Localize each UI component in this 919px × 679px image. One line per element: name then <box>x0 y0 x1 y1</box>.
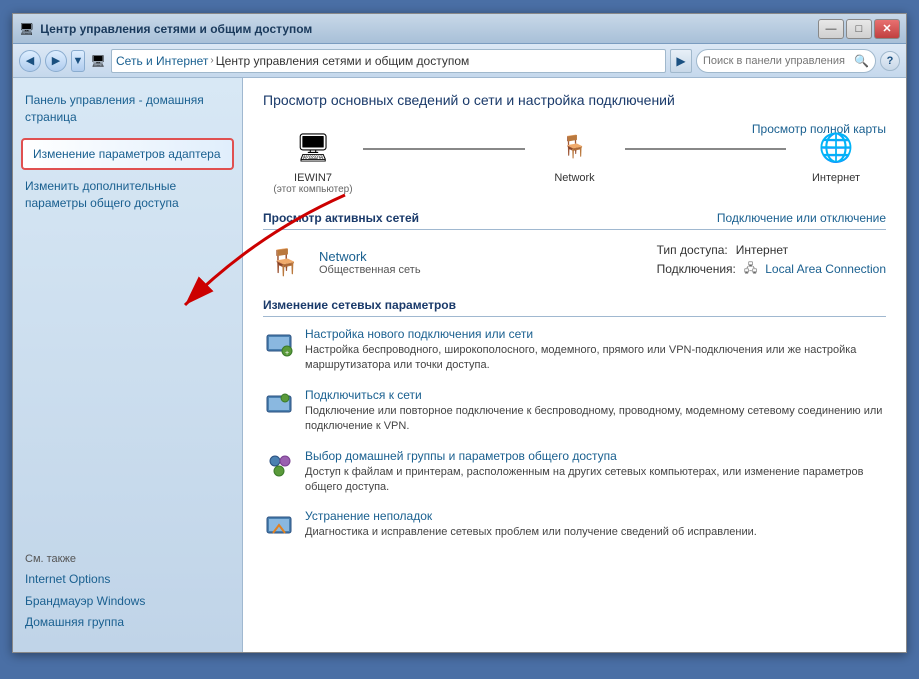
new-connection-title[interactable]: Настройка нового подключения или сети <box>305 327 886 341</box>
minimize-button[interactable]: — <box>818 19 844 39</box>
window-title: Центр управления сетями и общим доступом <box>40 22 312 36</box>
also-title: См. также <box>25 553 230 565</box>
troubleshoot-icon <box>263 509 295 541</box>
connector2 <box>625 148 787 150</box>
window-controls: — □ ✕ <box>818 19 900 39</box>
connector1 <box>363 148 525 150</box>
breadcrumb: Сеть и Интернет › Центр управления сетям… <box>111 49 666 73</box>
sidebar-advanced-link[interactable]: Изменить дополнительные параметры общего… <box>13 174 242 216</box>
computer-icon: 🖥 <box>288 122 338 172</box>
new-connection-text: Настройка нового подключения или сети На… <box>305 327 886 374</box>
main-area: Панель управления - домашняя страница Из… <box>13 78 906 652</box>
homegroup-settings-icon <box>263 449 295 481</box>
node-computer-label: IEWIN7 <box>294 172 332 184</box>
addressbar: ◀ ▶ ▼ 🖥 Сеть и Интернет › Центр управлен… <box>13 44 906 78</box>
access-type-label: Тип доступа: <box>657 243 728 257</box>
troubleshoot-text: Устранение неполадок Диагностика и испра… <box>305 509 886 540</box>
sidebar-home-link[interactable]: Панель управления - домашняя страница <box>25 92 230 126</box>
settings-list: + Настройка нового подключения или сети … <box>263 327 886 541</box>
sidebar-also: См. также Internet Options Брандмауэр Wi… <box>13 545 242 642</box>
connect-icon <box>263 388 295 420</box>
network-node-network: 🪑 Network <box>525 122 625 184</box>
active-network-name[interactable]: Network <box>319 249 367 264</box>
window-icon: 🖥 <box>19 22 34 36</box>
titlebar: 🖥 Центр управления сетями и общим доступ… <box>13 14 906 44</box>
homegroup-title[interactable]: Выбор домашней группы и параметров общег… <box>305 449 886 463</box>
setting-item-homegroup: Выбор домашней группы и параметров общег… <box>263 449 886 496</box>
connect-title[interactable]: Подключиться к сети <box>305 388 886 402</box>
active-networks-header: Просмотр активных сетей Подключение или … <box>263 211 886 230</box>
node-internet-label: Интернет <box>812 172 860 184</box>
network-node-computer: 🖥 IEWIN7 (этот компьютер) <box>263 122 363 195</box>
setting-item-troubleshoot: Устранение неполадок Диагностика и испра… <box>263 509 886 541</box>
node-network-label: Network <box>554 172 594 184</box>
internet-options-link[interactable]: Internet Options <box>25 569 230 591</box>
connections-row: Подключения: 🖧 Local Area Connection <box>657 259 886 280</box>
network-hub-icon: 🪑 <box>550 122 600 172</box>
recent-button[interactable]: ▼ <box>71 50 85 72</box>
search-bar: 🔍 <box>696 49 876 73</box>
network-node-internet: 🌐 Интернет <box>786 122 886 184</box>
page-title: Просмотр основных сведений о сети и наст… <box>263 92 886 108</box>
connect-desc: Подключение или повторное подключение к … <box>305 404 886 435</box>
new-connection-desc: Настройка беспроводного, широкополосного… <box>305 343 886 374</box>
active-network-details: Тип доступа: Интернет Подключения: 🖧 Loc… <box>657 243 886 282</box>
breadcrumb-sep: › <box>210 55 213 66</box>
go-button[interactable]: ▶ <box>670 49 692 73</box>
address-icon: 🖥 <box>89 52 107 70</box>
connection-type-icon: 🖧 <box>744 259 757 280</box>
active-network-icon: 🪑 <box>263 240 307 284</box>
svg-text:+: + <box>285 350 289 357</box>
network-map: 🖥 IEWIN7 (этот компьютер) 🪑 Network <box>263 122 886 195</box>
troubleshoot-desc: Диагностика и исправление сетевых пробле… <box>305 525 886 540</box>
node-computer-sublabel: (этот компьютер) <box>273 184 352 195</box>
active-network-info: Network Общественная сеть <box>319 249 645 276</box>
change-settings-title: Изменение сетевых параметров <box>263 298 456 312</box>
active-network-item: 🪑 Network Общественная сеть Тип доступа:… <box>263 240 886 284</box>
access-type-row: Тип доступа: Интернет <box>657 243 886 257</box>
connection-link[interactable]: Local Area Connection <box>765 262 886 276</box>
maximize-button[interactable]: □ <box>846 19 872 39</box>
help-button[interactable]: ? <box>880 51 900 71</box>
setting-item-new-connection: + Настройка нового подключения или сети … <box>263 327 886 374</box>
new-connection-icon: + <box>263 327 295 359</box>
troubleshoot-title[interactable]: Устранение неполадок <box>305 509 886 523</box>
homegroup-link[interactable]: Домашняя группа <box>25 612 230 634</box>
adapter-settings-link[interactable]: Изменение параметров адаптера <box>33 146 222 163</box>
close-button[interactable]: ✕ <box>874 19 900 39</box>
homegroup-desc: Доступ к файлам и принтерам, расположенн… <box>305 465 886 496</box>
connect-text: Подключиться к сети Подключение или повт… <box>305 388 886 435</box>
back-button[interactable]: ◀ <box>19 50 41 72</box>
forward-button[interactable]: ▶ <box>45 50 67 72</box>
active-network-type: Общественная сеть <box>319 264 645 276</box>
setting-item-connect: Подключиться к сети Подключение или повт… <box>263 388 886 435</box>
internet-icon: 🌐 <box>811 122 861 172</box>
breadcrumb-part1[interactable]: Сеть и Интернет <box>116 54 208 68</box>
firewall-link[interactable]: Брандмауэр Windows <box>25 591 230 613</box>
search-icon: 🔍 <box>854 54 869 68</box>
search-input[interactable] <box>703 55 850 67</box>
homegroup-text: Выбор домашней группы и параметров общег… <box>305 449 886 496</box>
connect-disconnect-link[interactable]: Подключение или отключение <box>717 211 886 225</box>
active-networks-title: Просмотр активных сетей <box>263 211 419 225</box>
change-settings-header: Изменение сетевых параметров <box>263 298 886 317</box>
breadcrumb-current: Центр управления сетями и общим доступом <box>216 54 470 68</box>
sidebar: Панель управления - домашняя страница Из… <box>13 78 243 652</box>
content-area: Просмотр основных сведений о сети и наст… <box>243 78 906 652</box>
access-type-value: Интернет <box>736 243 788 257</box>
sidebar-adapter-settings[interactable]: Изменение параметров адаптера <box>21 138 234 171</box>
connections-label: Подключения: <box>657 262 736 276</box>
